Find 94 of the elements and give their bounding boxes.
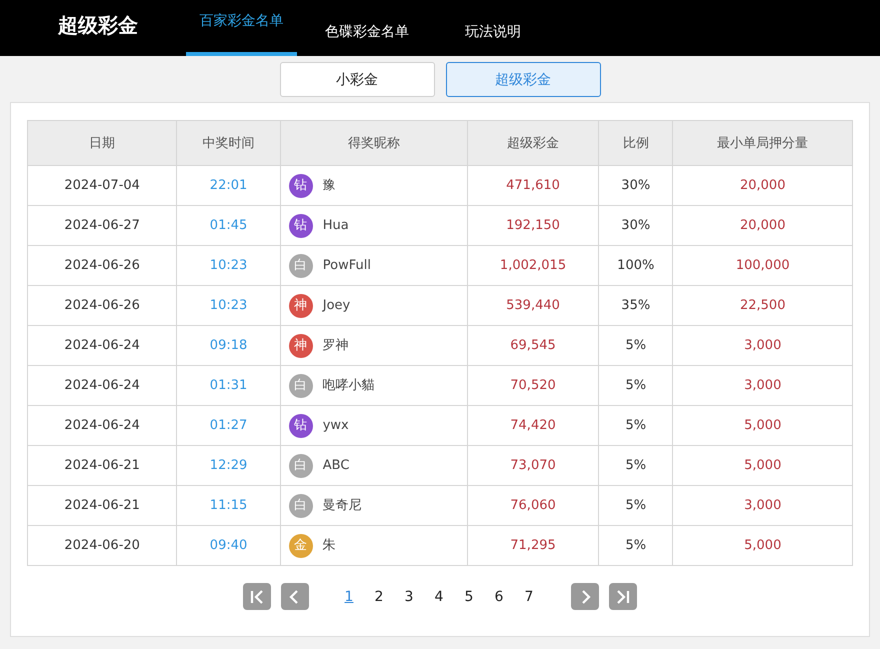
level-badge: 金 bbox=[288, 534, 313, 558]
level-badge: 白 bbox=[288, 254, 313, 278]
table-cell: 11:15 bbox=[176, 486, 280, 526]
first-page-button[interactable] bbox=[243, 583, 271, 610]
level-badge: 钻 bbox=[288, 174, 313, 198]
column-header: 最小单局押分量 bbox=[672, 120, 852, 166]
table-cell: 70,520 bbox=[468, 366, 599, 406]
table-cell: 01:45 bbox=[176, 206, 280, 246]
first-page-icon bbox=[248, 588, 266, 606]
column-header: 比例 bbox=[598, 120, 673, 166]
page-link[interactable]: 5 bbox=[459, 588, 479, 604]
table-cell: 2024-07-04 bbox=[28, 166, 177, 206]
nickname: 豫 bbox=[322, 179, 336, 192]
level-badge: 白 bbox=[288, 374, 313, 398]
previous-page-button[interactable] bbox=[281, 583, 309, 610]
nickname: 咆哮小貓 bbox=[322, 379, 375, 392]
level-badge: 神 bbox=[288, 294, 313, 318]
page-link[interactable]: 3 bbox=[399, 588, 419, 604]
table-cell: 2024-06-21 bbox=[28, 486, 177, 526]
table-cell: 74,420 bbox=[468, 406, 599, 446]
column-header: 超级彩金 bbox=[468, 120, 599, 166]
table-cell: 30% bbox=[598, 166, 673, 206]
table-cell: 5,000 bbox=[672, 446, 852, 486]
toggle-tab[interactable]: 小彩金 bbox=[280, 62, 434, 97]
nickname: ABC bbox=[322, 459, 350, 472]
table-cell: 471,610 bbox=[468, 166, 599, 206]
level-badge: 钻 bbox=[288, 414, 313, 438]
page-link[interactable]: 7 bbox=[519, 588, 539, 604]
table-cell: 35% bbox=[598, 286, 673, 326]
table-cell: 5% bbox=[598, 366, 673, 406]
page-link[interactable]: 6 bbox=[489, 588, 509, 604]
table-cell: 09:18 bbox=[176, 326, 280, 366]
table-cell: 30% bbox=[598, 206, 673, 246]
page-link[interactable]: 1 bbox=[339, 588, 359, 604]
table-cell: 5% bbox=[598, 326, 673, 366]
nav-tab[interactable]: 百家彩金名单 bbox=[186, 0, 297, 56]
table-cell: 100% bbox=[598, 246, 673, 286]
nickname: 罗神 bbox=[322, 339, 349, 352]
table-cell: 22:01 bbox=[176, 166, 280, 206]
column-header: 得奖昵称 bbox=[280, 120, 468, 166]
table-cell: 10:23 bbox=[176, 246, 280, 286]
table-cell: 22,500 bbox=[672, 286, 852, 326]
table-cell: 3,000 bbox=[672, 326, 852, 366]
last-page-button[interactable] bbox=[609, 583, 637, 610]
table-cell: 100,000 bbox=[672, 246, 852, 286]
table-cell: 69,545 bbox=[468, 326, 599, 366]
table-cell: 10:23 bbox=[176, 286, 280, 326]
page-link[interactable]: 2 bbox=[369, 588, 389, 604]
table-cell: 01:31 bbox=[176, 366, 280, 406]
last-page-icon bbox=[614, 588, 632, 606]
table-cell: 2024-06-26 bbox=[28, 286, 177, 326]
page-link[interactable]: 4 bbox=[429, 588, 449, 604]
nav-tab[interactable]: 玩法说明 bbox=[437, 0, 549, 56]
level-badge: 钻 bbox=[288, 214, 313, 238]
table-cell: 2024-06-27 bbox=[28, 206, 177, 246]
table-cell: 1,002,015 bbox=[468, 246, 599, 286]
table-cell: 539,440 bbox=[468, 286, 599, 326]
table-cell: 2024-06-24 bbox=[28, 326, 177, 366]
table-cell: 5% bbox=[598, 486, 673, 526]
table-cell: 12:29 bbox=[176, 446, 280, 486]
table-cell: 2024-06-24 bbox=[28, 366, 177, 406]
table-cell: 2024-06-26 bbox=[28, 246, 177, 286]
column-header: 日期 bbox=[28, 120, 177, 166]
table-cell: 2024-06-24 bbox=[28, 406, 177, 446]
table-cell: 5% bbox=[598, 446, 673, 486]
table-cell: 73,070 bbox=[468, 446, 599, 486]
nickname: PowFull bbox=[322, 259, 371, 272]
nickname: Hua bbox=[322, 219, 349, 232]
table-cell: 76,060 bbox=[468, 486, 599, 526]
table-cell: 5,000 bbox=[672, 526, 852, 566]
app-title: 超级彩金 bbox=[58, 12, 139, 38]
table-cell: 5% bbox=[598, 406, 673, 446]
table-cell: 2024-06-20 bbox=[28, 526, 177, 566]
next-page-button[interactable] bbox=[571, 583, 599, 610]
table-cell: 5,000 bbox=[672, 406, 852, 446]
table-cell: 09:40 bbox=[176, 526, 280, 566]
nickname: Joey bbox=[322, 299, 350, 312]
table-cell: 01:27 bbox=[176, 406, 280, 446]
nickname: 朱 bbox=[322, 539, 336, 552]
table-cell: 192,150 bbox=[468, 206, 599, 246]
nickname: 曼奇尼 bbox=[322, 499, 362, 512]
level-badge: 白 bbox=[288, 494, 313, 518]
table-cell: 5% bbox=[598, 526, 673, 566]
column-header: 中奖时间 bbox=[176, 120, 280, 166]
table-cell: 2024-06-21 bbox=[28, 446, 177, 486]
table-cell: 20,000 bbox=[672, 206, 852, 246]
table-cell: 20,000 bbox=[672, 166, 852, 206]
table-cell: 3,000 bbox=[672, 486, 852, 526]
nav-tab[interactable]: 色碟彩金名单 bbox=[297, 0, 437, 56]
level-badge: 白 bbox=[288, 454, 313, 478]
table-cell: 3,000 bbox=[672, 366, 852, 406]
nickname: ywx bbox=[322, 419, 349, 432]
table-cell: 71,295 bbox=[468, 526, 599, 566]
level-badge: 神 bbox=[288, 334, 313, 358]
